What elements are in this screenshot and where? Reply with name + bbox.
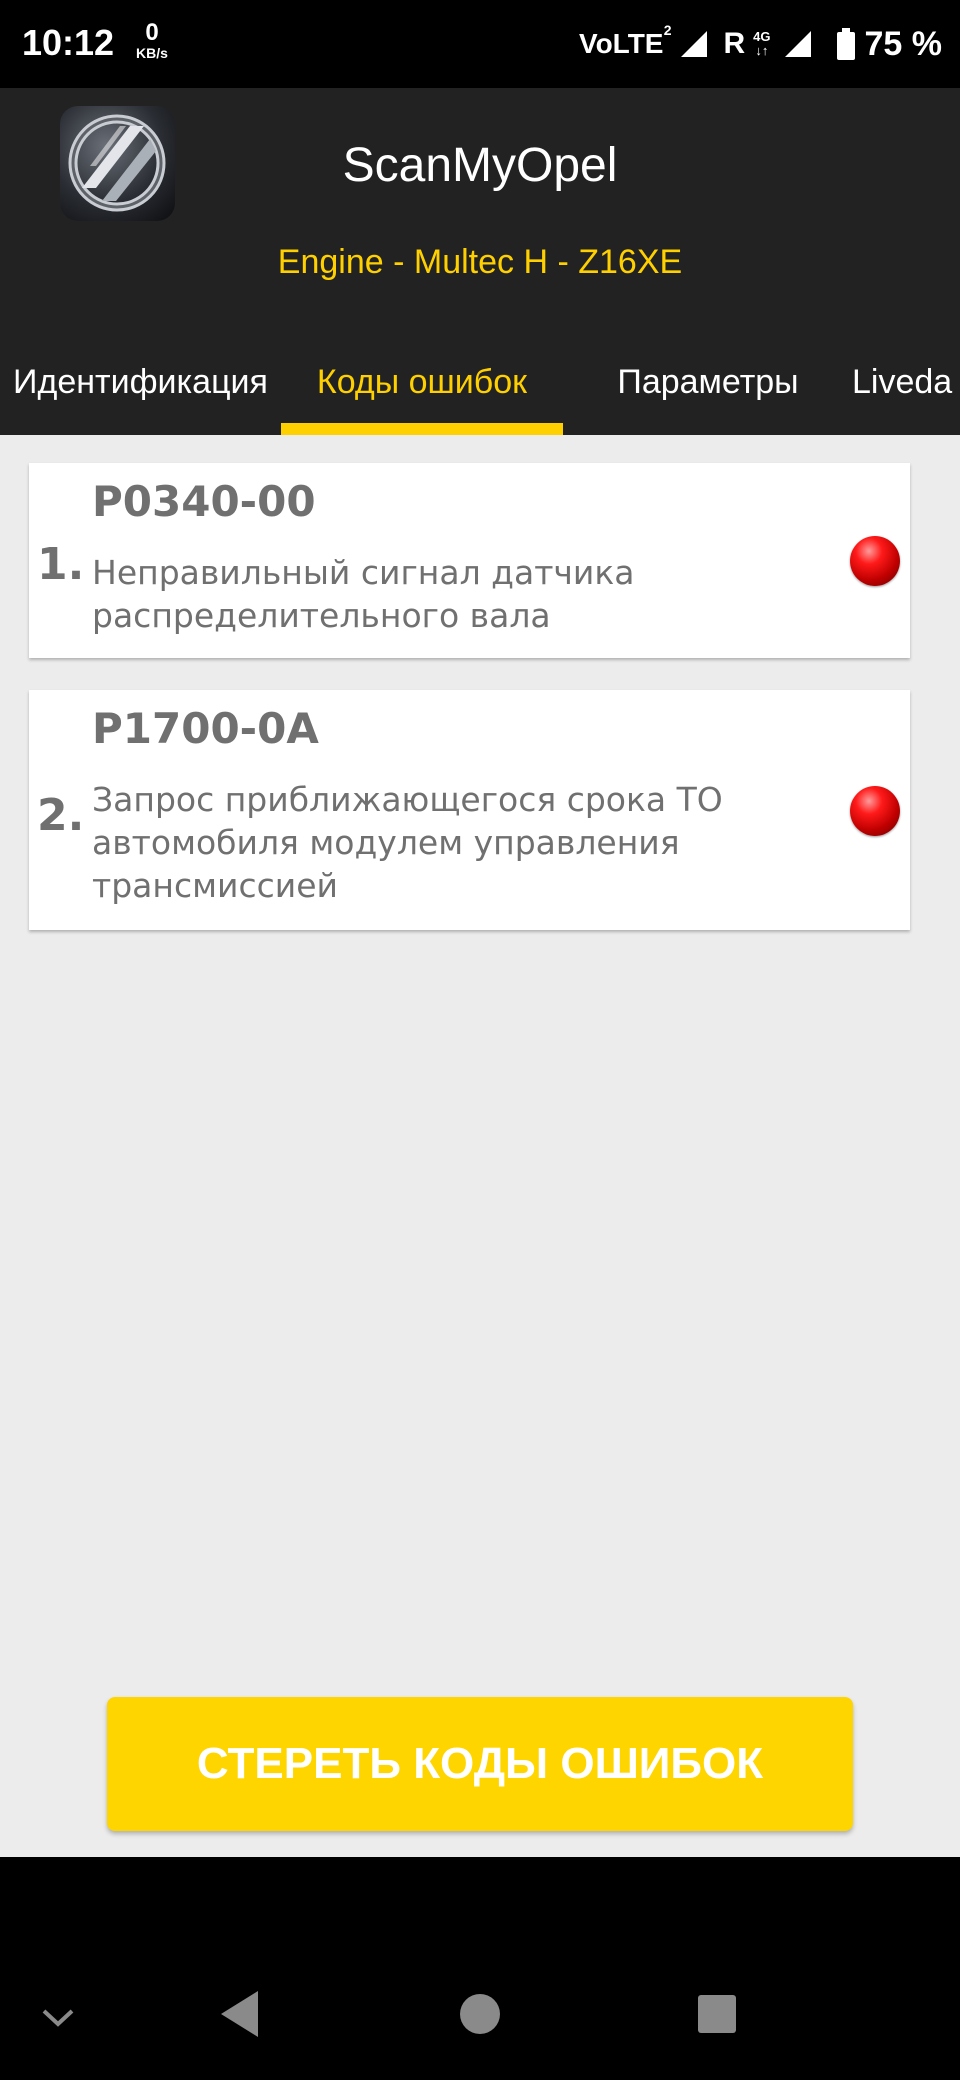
battery-percent: 75 %	[864, 24, 943, 63]
tab-parameters[interactable]: Параметры	[578, 332, 838, 435]
tab-bar: Идентификация Коды ошибок Параметры Live…	[0, 332, 960, 435]
error-number: 1.	[37, 539, 85, 590]
signal-sim1-icon	[784, 31, 811, 57]
roaming-indicator: R	[723, 27, 746, 60]
active-tab-indicator	[281, 423, 563, 435]
network-speed: 0 KB/s	[130, 19, 174, 62]
navigation-bar	[0, 1857, 960, 2080]
network-speed-value: 0	[145, 19, 159, 46]
error-card[interactable]: 2. P1700-0A Запрос приближающегося срока…	[29, 690, 910, 930]
error-code: P1700-0A	[92, 704, 319, 753]
tab-livedata[interactable]: Liveda	[852, 332, 960, 435]
error-status-led-icon	[850, 786, 900, 836]
volte-sim: 2	[663, 22, 672, 38]
app-bar: ScanMyOpel Engine - Multec H - Z16XE Иде…	[0, 88, 960, 435]
status-indicators: VoLTE 2 R 4G ↓↑ 75 %	[579, 22, 942, 66]
clear-error-codes-button[interactable]: СТЕРЕТЬ КОДЫ ОШИБОК	[107, 1697, 853, 1831]
chevron-down-icon[interactable]	[40, 2007, 76, 2029]
recents-icon[interactable]	[697, 1994, 737, 2034]
volte-indicator: VoLTE 2	[578, 22, 672, 60]
error-description: Запрос приближающегося срока ТО автомоби…	[92, 780, 723, 905]
network-type-label: 4G	[753, 29, 771, 44]
tab-identification[interactable]: Идентификация	[0, 332, 281, 435]
error-description: Неправильный сигнал датчика распределите…	[92, 553, 635, 635]
status-bar: 10:12 0 KB/s VoLTE 2 R 4G ↓↑ 75 %	[0, 0, 960, 88]
signal-sim2-icon	[681, 31, 708, 57]
back-icon[interactable]	[218, 1989, 262, 2039]
volte-label: VoLTE	[578, 28, 664, 59]
tab-error-codes[interactable]: Коды ошибок	[281, 332, 563, 435]
ecu-subtitle: Engine - Multec H - Z16XE	[277, 243, 683, 281]
home-icon[interactable]	[459, 1993, 501, 2035]
error-codes-panel: 1. P0340-00 Неправильный сигнал датчика …	[0, 435, 960, 1857]
error-card[interactable]: 1. P0340-00 Неправильный сигнал датчика …	[29, 463, 910, 658]
battery-icon	[836, 28, 855, 60]
error-status-led-icon	[850, 536, 900, 586]
network-speed-unit: KB/s	[136, 45, 168, 61]
network-type: 4G ↓↑	[753, 29, 771, 58]
app-title: ScanMyOpel	[342, 139, 618, 192]
error-number: 2.	[37, 790, 85, 841]
error-code: P0340-00	[92, 477, 316, 526]
status-time: 10:12	[22, 22, 115, 63]
